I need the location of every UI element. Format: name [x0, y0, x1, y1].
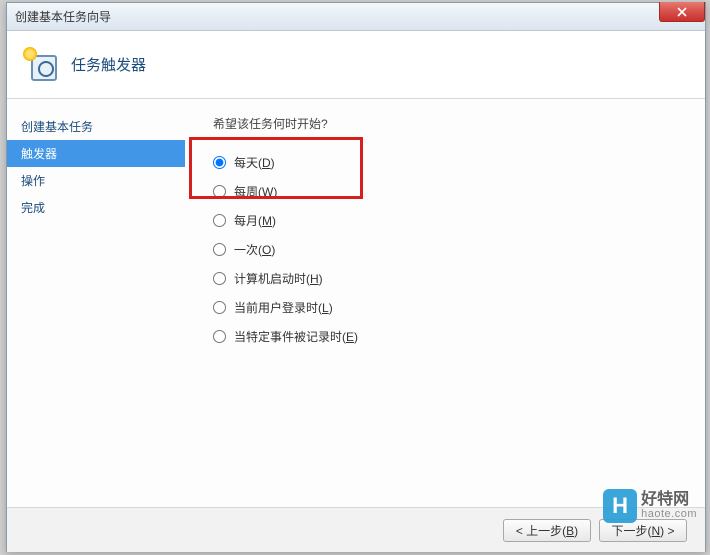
- wizard-header: 任务触发器: [7, 31, 705, 99]
- wizard-body: 创建基本任务触发器操作完成 希望该任务何时开始? 每天(D) 每周(W) 每月(M)…: [7, 99, 705, 507]
- option-label-3: 一次(O): [234, 241, 275, 258]
- back-button[interactable]: < 上一步(B): [503, 519, 591, 542]
- option-radio-2[interactable]: [213, 214, 226, 227]
- option-row-0[interactable]: 每天(D): [213, 148, 695, 177]
- next-button[interactable]: 下一步(N) >: [599, 519, 687, 542]
- option-row-4[interactable]: 计算机启动时(H): [213, 264, 695, 293]
- window-title: 创建基本任务向导: [15, 8, 111, 25]
- sidebar-step-1[interactable]: 触发器: [7, 140, 185, 167]
- option-radio-6[interactable]: [213, 330, 226, 343]
- option-row-2[interactable]: 每月(M): [213, 206, 695, 235]
- option-radio-1[interactable]: [213, 185, 226, 198]
- page-title: 任务触发器: [71, 54, 146, 75]
- option-row-1[interactable]: 每周(W): [213, 177, 695, 206]
- option-row-6[interactable]: 当特定事件被记录时(E): [213, 322, 695, 351]
- option-row-3[interactable]: 一次(O): [213, 235, 695, 264]
- option-radio-0[interactable]: [213, 156, 226, 169]
- option-radio-5[interactable]: [213, 301, 226, 314]
- titlebar: 创建基本任务向导: [7, 3, 705, 31]
- option-radio-4[interactable]: [213, 272, 226, 285]
- close-button[interactable]: [659, 2, 705, 22]
- option-label-6: 当特定事件被记录时(E): [234, 328, 358, 345]
- option-label-5: 当前用户登录时(L): [234, 299, 333, 316]
- trigger-options: 每天(D) 每周(W) 每月(M) 一次(O) 计算机启动时(H) 当前用户登录时(L) 当…: [213, 148, 695, 351]
- wizard-footer: < 上一步(B) 下一步(N) >: [7, 507, 705, 552]
- option-label-1: 每周(W): [234, 183, 277, 200]
- sidebar-step-3[interactable]: 完成: [7, 194, 185, 221]
- option-radio-3[interactable]: [213, 243, 226, 256]
- option-row-5[interactable]: 当前用户登录时(L): [213, 293, 695, 322]
- option-label-0: 每天(D): [234, 154, 275, 171]
- sidebar-step-0[interactable]: 创建基本任务: [7, 113, 185, 140]
- sidebar: 创建基本任务触发器操作完成: [7, 99, 185, 507]
- clock-icon: [25, 49, 57, 81]
- option-label-4: 计算机启动时(H): [234, 270, 323, 287]
- wizard-window: 创建基本任务向导 任务触发器 创建基本任务触发器操作完成 希望该任务何时开始? …: [6, 2, 706, 552]
- question-label: 希望该任务何时开始?: [213, 115, 695, 132]
- sidebar-step-2[interactable]: 操作: [7, 167, 185, 194]
- content-area: 希望该任务何时开始? 每天(D) 每周(W) 每月(M) 一次(O) 计算机启动时(H)…: [185, 99, 705, 507]
- close-icon: [677, 7, 687, 17]
- option-label-2: 每月(M): [234, 212, 276, 229]
